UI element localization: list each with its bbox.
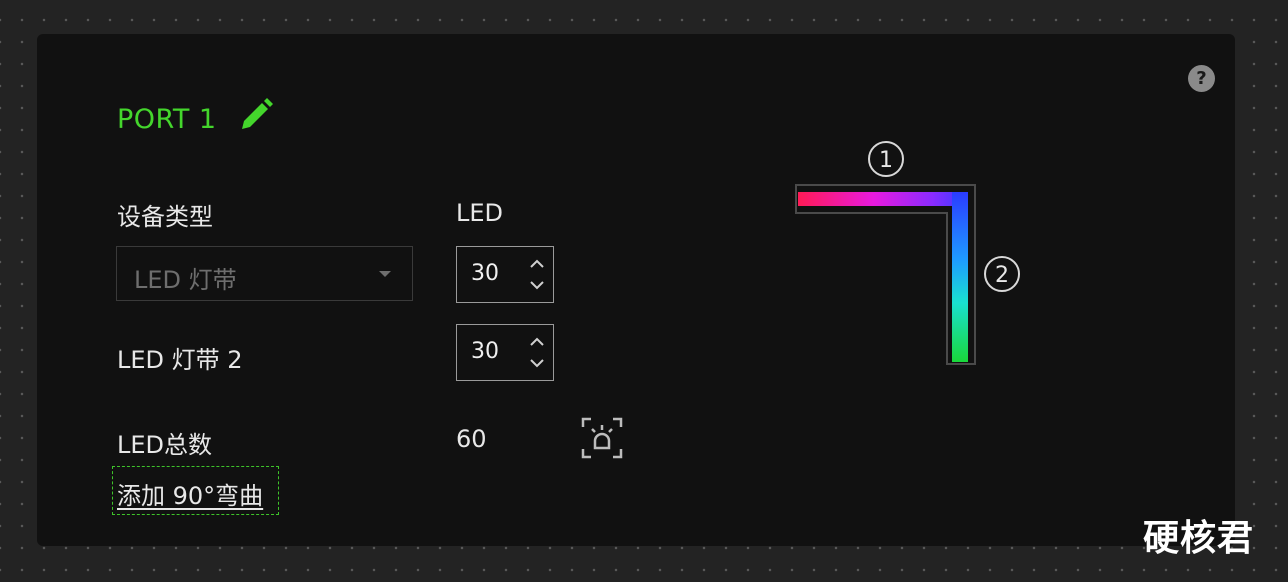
chevron-up-icon[interactable] [529,336,545,348]
led-total-label: LED总数 [117,431,213,459]
led-count-value-2: 30 [471,339,499,364]
chevron-down-icon [379,271,391,277]
led-strip-diagram: 1 2 [795,141,1020,365]
strip-2-label: LED 灯带 2 [117,346,243,374]
device-type-dropdown[interactable]: LED 灯带 [116,246,413,301]
help-icon[interactable]: ? [1188,65,1215,92]
led-count-value-1: 30 [471,261,499,286]
led-count-stepper-1[interactable]: 30 [456,246,554,303]
led-total-value: 60 [456,425,487,453]
led-locate-icon[interactable] [581,417,623,459]
chevron-down-icon[interactable] [529,279,545,291]
chevron-up-icon[interactable] [529,258,545,270]
pencil-icon[interactable] [238,97,274,133]
segment-2-label: 2 [995,263,1009,288]
watermark: 硬核君 [1143,518,1255,559]
led-count-stepper-2[interactable]: 30 [456,324,554,381]
device-type-label: 设备类型 [117,203,213,231]
chevron-down-icon[interactable] [529,357,545,369]
segment-1-label: 1 [879,148,893,173]
device-type-value: LED 灯带 [134,266,237,294]
led-column-header: LED [456,199,504,227]
add-90-bend-button[interactable]: 添加 90°弯曲 [112,466,279,515]
port-title: PORT 1 [117,104,217,135]
